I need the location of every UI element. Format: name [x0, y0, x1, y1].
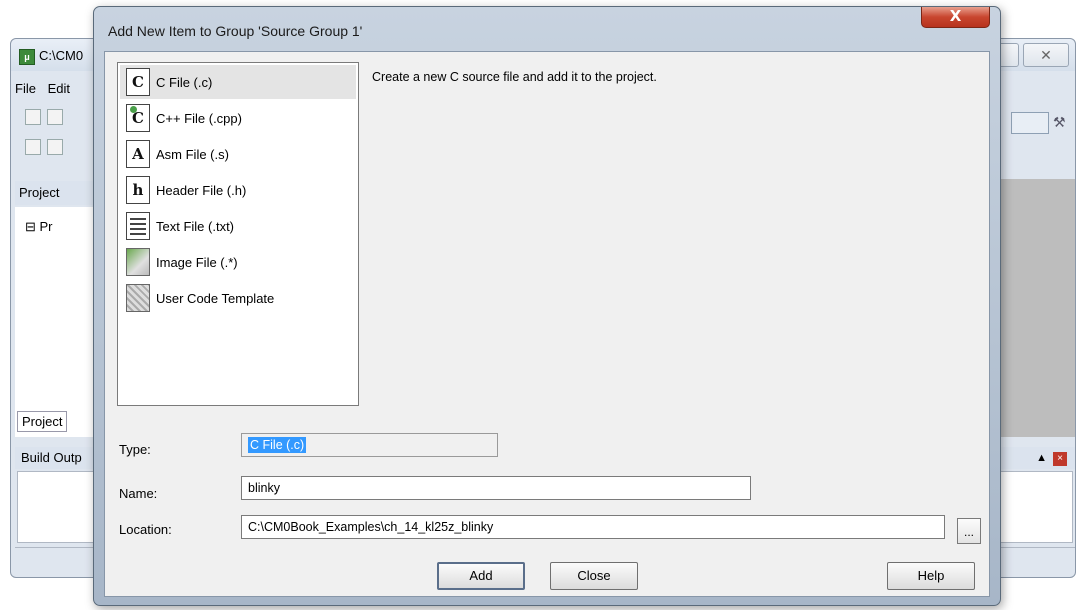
user-code-template-icon	[126, 284, 150, 312]
template-label: C File (.c)	[156, 74, 213, 90]
toolbar-row-1	[25, 109, 85, 127]
toolbar-row-2	[25, 139, 85, 157]
editor-area	[991, 179, 1075, 437]
dialog-body: C C File (.c) C C++ File (.cpp) A Asm Fi…	[104, 51, 990, 597]
template-description: Create a new C source file and add it to…	[372, 70, 657, 84]
template-label: User Code Template	[156, 290, 275, 306]
template-item-user-code-template[interactable]: User Code Template	[120, 281, 356, 315]
add-new-item-dialog: Add New Item to Group 'Source Group 1' X…	[93, 6, 1001, 606]
type-field: C File (.c)	[241, 433, 498, 457]
pin-icon[interactable]: ▲	[1036, 452, 1047, 464]
template-item-cpp-file[interactable]: C C++ File (.cpp)	[120, 101, 356, 135]
template-item-c-file[interactable]: C C File (.c)	[120, 65, 356, 99]
location-label: Location:	[119, 522, 172, 537]
template-item-asm-file[interactable]: A Asm File (.s)	[120, 137, 356, 171]
template-label: Image File (.*)	[156, 254, 238, 270]
target-dropdown[interactable]	[1011, 112, 1049, 134]
c-file-icon: C	[126, 68, 150, 96]
type-label: Type:	[119, 442, 151, 457]
project-tree-root[interactable]: ⊟ Pr	[25, 219, 53, 235]
new-file-icon[interactable]	[25, 109, 41, 125]
template-list[interactable]: C C File (.c) C C++ File (.cpp) A Asm Fi…	[117, 62, 359, 406]
menu-edit[interactable]: Edit	[48, 81, 70, 96]
header-file-icon: h	[126, 176, 150, 204]
menu-file[interactable]: File	[15, 81, 36, 96]
rebuild-icon[interactable]	[47, 139, 63, 155]
template-label: Header File (.h)	[156, 182, 247, 198]
tree-item-label: Pr	[39, 219, 53, 234]
wrench-icon[interactable]: ⚒	[1053, 114, 1066, 131]
template-item-header-file[interactable]: h Header File (.h)	[120, 173, 356, 207]
menu-bar: File Edit	[15, 81, 78, 96]
text-file-icon	[126, 212, 150, 240]
open-folder-icon[interactable]	[47, 109, 63, 125]
browse-button[interactable]: ...	[957, 518, 981, 544]
template-label: Asm File (.s)	[156, 146, 229, 162]
dialog-title: Add New Item to Group 'Source Group 1'	[108, 23, 363, 39]
add-button[interactable]: Add	[437, 562, 525, 590]
background-close-button[interactable]: ✕	[1023, 43, 1069, 67]
name-label: Name:	[119, 486, 158, 501]
image-file-icon	[126, 248, 150, 276]
tab-project[interactable]: Project	[17, 411, 68, 432]
template-item-text-file[interactable]: Text File (.txt)	[120, 209, 356, 243]
cpp-file-icon: C	[126, 104, 150, 132]
template-label: Text File (.txt)	[156, 218, 235, 234]
name-input[interactable]: blinky	[241, 476, 751, 500]
help-button[interactable]: Help	[887, 562, 975, 590]
template-label: C++ File (.cpp)	[156, 110, 242, 126]
build-icon[interactable]	[25, 139, 41, 155]
asm-file-icon: A	[126, 140, 150, 168]
type-value: C File (.c)	[248, 437, 307, 453]
location-input[interactable]: C:\CM0Book_Examples\ch_14_kl25z_blinky	[241, 515, 945, 539]
build-output-close-icon[interactable]: ×	[1053, 452, 1067, 466]
background-window-title: C:\CM0	[39, 48, 84, 63]
dialog-close-button[interactable]: X	[921, 7, 990, 28]
close-button[interactable]: Close	[550, 562, 638, 590]
app-icon: μ	[19, 49, 35, 65]
template-item-image-file[interactable]: Image File (.*)	[120, 245, 356, 279]
